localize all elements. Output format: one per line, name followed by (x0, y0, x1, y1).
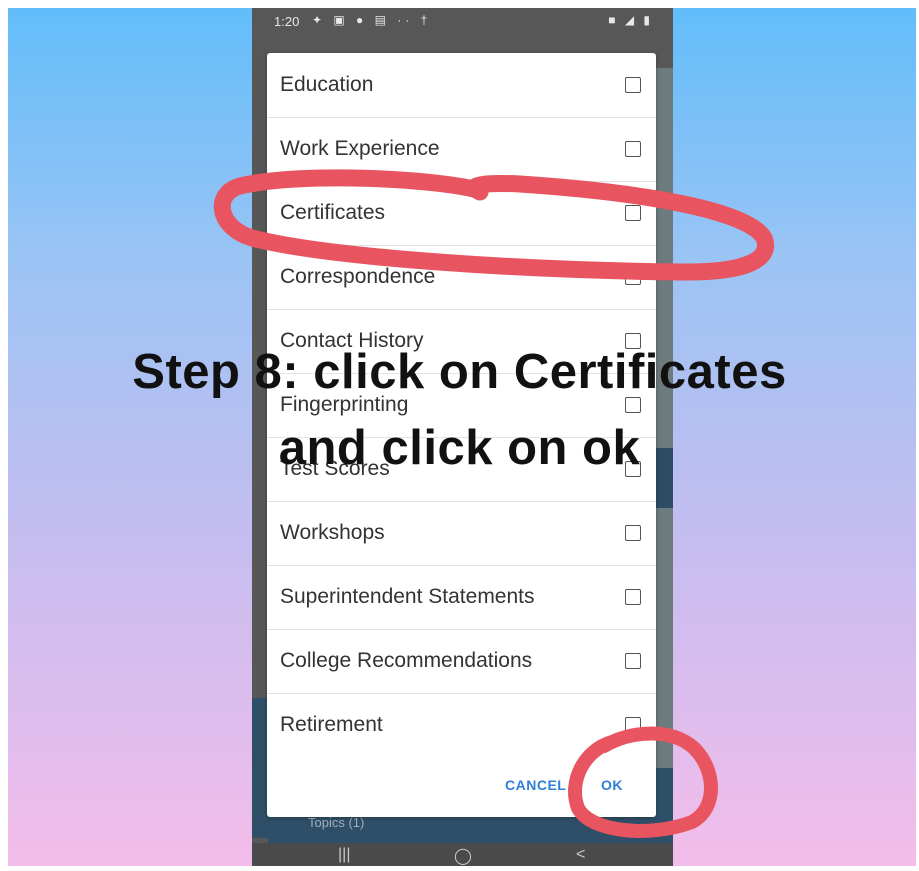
certificates-highlight-circle (213, 169, 774, 281)
instruction-line-2: and click on ok (278, 421, 641, 475)
ok-highlight-circle (568, 726, 718, 838)
instruction-line-1: Step 8: click on Certificates (132, 345, 787, 399)
